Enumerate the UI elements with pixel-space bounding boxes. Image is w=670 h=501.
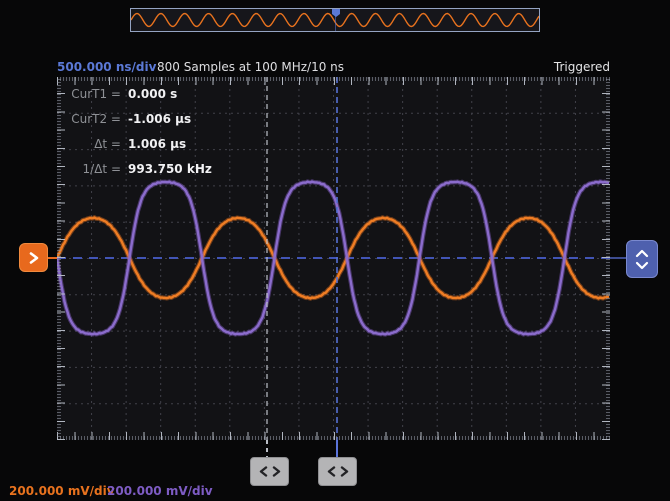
- chevron-left-icon: [259, 466, 268, 477]
- offset-adjust-tag[interactable]: [626, 240, 658, 278]
- chevron-right-icon: [340, 466, 349, 477]
- cursor2-stub-line: [266, 440, 268, 457]
- cursor-readout: CurT1 = 0.000 s CurT2 = -1.006 µs Δt = 1…: [63, 87, 212, 187]
- trigger-status-label: Triggered: [554, 60, 610, 74]
- readout-row: CurT1 = 0.000 s: [63, 87, 212, 103]
- readout-label: CurT2 =: [63, 112, 121, 126]
- readout-label: CurT1 =: [63, 87, 121, 101]
- channel2-scale-label: 200.000 mV/div: [107, 484, 213, 498]
- cursor1-drag-button[interactable]: [318, 457, 357, 486]
- readout-label: 1/Δt =: [63, 162, 121, 176]
- readout-value: 1.006 µs: [128, 137, 186, 151]
- chevron-down-icon[interactable]: [635, 261, 649, 270]
- readout-row: Δt = 1.006 µs: [63, 137, 212, 153]
- chevron-right-icon: [29, 252, 39, 264]
- chevron-left-icon: [327, 466, 336, 477]
- channel1-position-tag[interactable]: [19, 243, 48, 272]
- chevron-up-icon[interactable]: [635, 249, 649, 258]
- readout-value: -1.006 µs: [128, 112, 191, 126]
- timebase-label: 500.000 ns/div: [57, 60, 156, 74]
- channel1-scale-label: 200.000 mV/div: [9, 484, 115, 498]
- cursor1-stub-line: [336, 440, 338, 457]
- oscilloscope-window: 500.000 ns/div 800 Samples at 100 MHz/10…: [0, 0, 670, 501]
- readout-value: 993.750 kHz: [128, 162, 212, 176]
- readout-row: CurT2 = -1.006 µs: [63, 112, 212, 128]
- offset-tag-wire: [610, 257, 626, 259]
- readout-value: 0.000 s: [128, 87, 177, 101]
- chevron-right-icon: [272, 466, 281, 477]
- sample-info-label: 800 Samples at 100 MHz/10 ns: [157, 60, 344, 74]
- readout-row: 1/Δt = 993.750 kHz: [63, 162, 212, 178]
- record-overview-strip[interactable]: [130, 8, 540, 32]
- readout-label: Δt =: [63, 137, 121, 151]
- cursor2-drag-button[interactable]: [250, 457, 289, 486]
